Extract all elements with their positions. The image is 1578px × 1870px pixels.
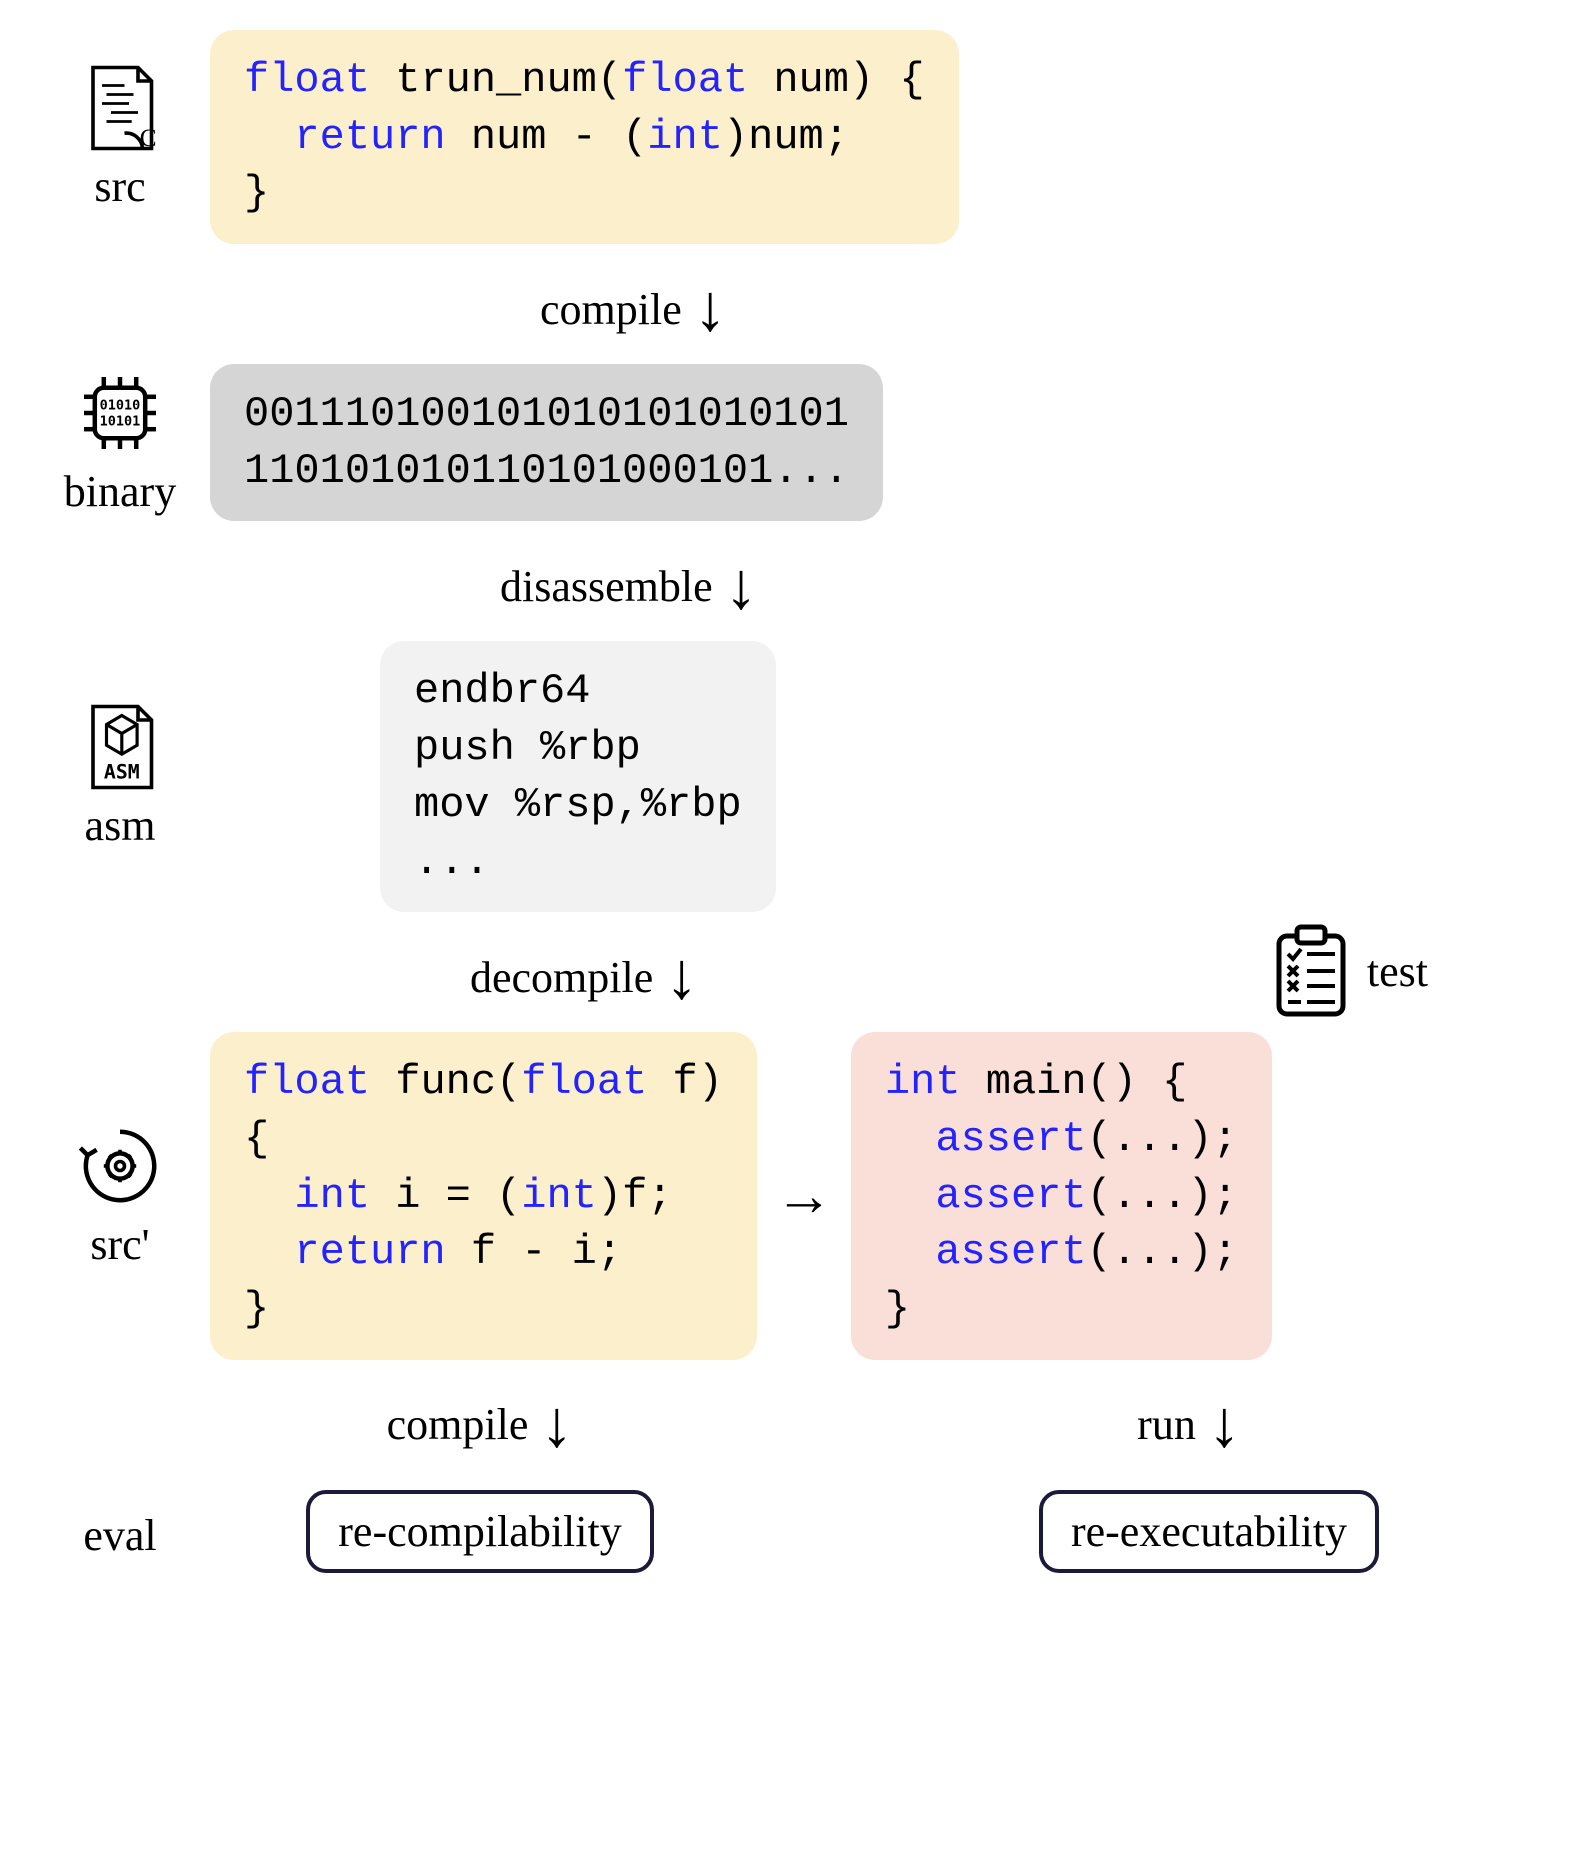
- arrow-decompile: decompile ↓: [470, 922, 698, 1032]
- label-eval: eval: [83, 1510, 156, 1561]
- row-src: C src float trun_num(float num) { return…: [30, 30, 1548, 244]
- row-binary: 01010 10101 binary 001110100101010101010…: [30, 364, 1548, 521]
- svg-text:ASM: ASM: [104, 761, 140, 784]
- label-binary: binary: [64, 466, 176, 517]
- eval-recompilability: re-compilability: [306, 1490, 653, 1573]
- arrow-disassemble: disassemble ↓: [320, 531, 1548, 641]
- down-arrow-icon: ↓: [540, 1405, 573, 1445]
- row-asm: ASM asm endbr64 push %rbp mov %rsp,%rbp …: [30, 641, 1548, 912]
- arrow-compile: compile ↓: [360, 254, 1548, 364]
- clipboard-test-icon: [1271, 924, 1351, 1019]
- down-arrow-icon: ↓: [1208, 1405, 1241, 1445]
- label-test: test: [1367, 946, 1428, 997]
- label-src: src: [94, 161, 145, 212]
- right-arrow-icon: →: [775, 1162, 833, 1229]
- srcprime-code-box: float func(float f) { int i = (int)f; re…: [210, 1032, 757, 1359]
- down-arrow-icon: ↓: [694, 289, 727, 329]
- label-asm: asm: [85, 800, 156, 851]
- down-arrow-icon: ↓: [665, 957, 698, 997]
- row-srcprime-test: src' float func(float f) { int i = (int)…: [30, 1032, 1548, 1359]
- test-code-box: int main() { assert(...); assert(...); a…: [851, 1032, 1272, 1359]
- down-arrow-icon: ↓: [725, 567, 758, 607]
- eval-reexecutability: re-executability: [1039, 1490, 1379, 1573]
- svg-text:10101: 10101: [100, 414, 141, 430]
- source-file-icon: C: [75, 63, 165, 153]
- svg-text:01010: 01010: [100, 398, 141, 414]
- binary-box: 001110100101010101010101 110101010110101…: [210, 364, 883, 521]
- row-bottom-arrows: compile ↓ run ↓: [30, 1370, 1548, 1480]
- asm-box: endbr64 push %rbp mov %rsp,%rbp ...: [380, 641, 776, 912]
- reprocess-icon: [75, 1121, 165, 1211]
- asm-file-icon: ASM: [75, 702, 165, 792]
- decompilation-pipeline-diagram: C src float trun_num(float num) { return…: [30, 30, 1548, 1573]
- src-code-box: float trun_num(float num) { return num -…: [210, 30, 959, 244]
- label-srcprime: src': [90, 1219, 149, 1270]
- row-decompile-test: decompile ↓ test: [30, 922, 1548, 1032]
- row-eval: eval re-compilability re-executability: [30, 1490, 1548, 1573]
- chip-icon: 01010 10101: [75, 368, 165, 458]
- arrow-compile2: compile ↓: [210, 1370, 750, 1480]
- arrow-run: run ↓: [830, 1370, 1548, 1480]
